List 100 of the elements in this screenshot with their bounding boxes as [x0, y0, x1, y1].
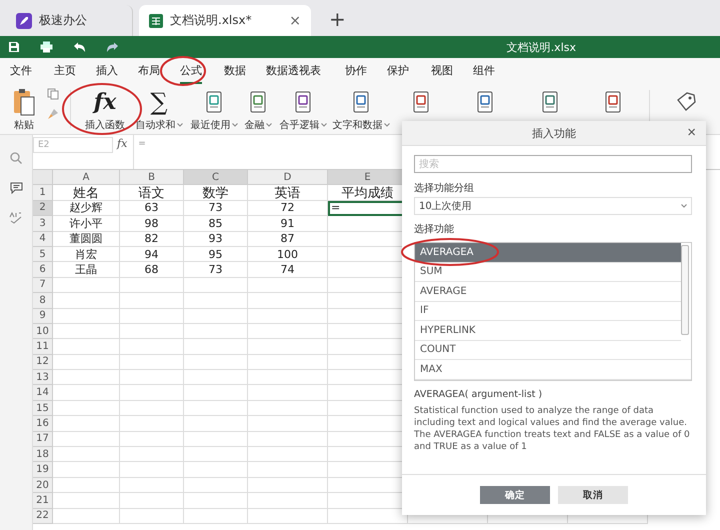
empty-cell	[120, 278, 184, 294]
cancel-button[interactable]: 取消	[558, 486, 628, 504]
empty-cell	[184, 370, 248, 386]
table-cell: 72	[248, 200, 328, 216]
ok-button[interactable]: 确定	[480, 486, 550, 504]
brush-icon[interactable]	[47, 108, 59, 120]
row-header[interactable]: 15	[33, 400, 53, 416]
table-cell: 68	[120, 262, 184, 278]
undo-icon[interactable]	[73, 42, 86, 52]
print-icon[interactable]	[40, 41, 53, 53]
table-cell: 98	[120, 216, 184, 232]
row-header[interactable]: 8	[33, 293, 53, 309]
menu-tab[interactable]: 视图	[431, 58, 453, 84]
function-item[interactable]: IF	[415, 302, 681, 321]
field-label: 选择功能分组	[414, 182, 475, 195]
row-header[interactable]: 19	[33, 462, 53, 478]
empty-cell	[120, 385, 184, 401]
column-header[interactable]: B	[120, 170, 184, 186]
search-field[interactable]: 搜索	[414, 155, 692, 173]
row-header[interactable]: 20	[33, 478, 53, 494]
search-icon[interactable]	[10, 152, 22, 164]
row-header[interactable]: 1	[33, 185, 53, 201]
spreadsheet-icon	[149, 14, 163, 28]
save-icon[interactable]	[8, 41, 20, 53]
function-book-icon	[295, 91, 311, 113]
row-header[interactable]: 17	[33, 432, 53, 448]
empty-cell	[120, 339, 184, 355]
function-button[interactable]: ∑ 自动求和	[133, 88, 185, 132]
table-cell: 82	[120, 232, 184, 247]
row-header[interactable]: 5	[33, 246, 53, 262]
row-header[interactable]: 4	[33, 232, 53, 247]
function-item[interactable]: SUM	[415, 262, 681, 282]
empty-cell	[184, 416, 248, 432]
menu-tab[interactable]: 布局	[138, 58, 160, 84]
row-header[interactable]: 16	[33, 416, 53, 432]
document-tab[interactable]: 文档说明.xlsx* ×	[139, 5, 311, 36]
empty-cell	[184, 385, 248, 401]
empty-cell	[120, 416, 184, 432]
row-header[interactable]: 3	[33, 216, 53, 232]
table-cell: 73	[184, 262, 248, 278]
menu-tab[interactable]: 插入	[96, 58, 118, 84]
menu-tab[interactable]: 文件	[10, 58, 32, 84]
row-header[interactable]: 10	[33, 324, 53, 340]
menu-tab[interactable]: 数据透视表	[266, 58, 321, 84]
table-cell: 董圆圆	[53, 232, 120, 247]
scrollbar[interactable]	[681, 245, 689, 335]
function-category-button[interactable]: 最近使用	[185, 88, 243, 132]
function-book-icon	[206, 91, 222, 113]
function-item[interactable]: COUNT	[415, 340, 691, 360]
column-header[interactable]: A	[53, 170, 120, 186]
close-button[interactable]: ×	[687, 124, 696, 141]
function-category-button[interactable]: 合乎逻辑	[273, 88, 333, 132]
row-header[interactable]: 2	[33, 200, 53, 216]
row-header[interactable]: 14	[33, 385, 53, 401]
menu-tab[interactable]: 组件	[473, 58, 495, 84]
empty-cell	[184, 462, 248, 478]
table-cell: 93	[184, 232, 248, 247]
row-header[interactable]: 6	[33, 262, 53, 278]
row-header[interactable]: 22	[33, 508, 53, 524]
empty-cell	[184, 293, 248, 309]
function-button[interactable]: fx 插入函数	[77, 88, 133, 132]
tag-icon[interactable]	[675, 91, 697, 113]
spellcheck-icon[interactable]	[9, 212, 23, 224]
row-header[interactable]: 18	[33, 447, 53, 462]
copy-icon[interactable]	[47, 88, 59, 100]
group-select[interactable]: 10上次使用	[414, 197, 692, 215]
close-button[interactable]: ×	[289, 12, 301, 28]
table-cell: 87	[248, 232, 328, 247]
row-header[interactable]: 21	[33, 493, 53, 509]
menu-tab[interactable]: 协作	[345, 58, 367, 84]
menu-tab[interactable]: 保护	[387, 58, 409, 84]
function-glyph-icon: fx	[94, 88, 116, 116]
row-header[interactable]: 13	[33, 370, 53, 386]
row-header[interactable]: 9	[33, 308, 53, 324]
menu-tab[interactable]: 数据	[224, 58, 246, 84]
column-header[interactable]: C	[184, 170, 248, 186]
table-cell: 85	[184, 216, 248, 232]
function-item[interactable]: AVERAGEA	[415, 243, 681, 262]
row-header[interactable]: 7	[33, 278, 53, 294]
new-tab-button[interactable]: +	[329, 7, 346, 31]
table-cell: 数学	[184, 185, 248, 201]
window-title: 文档说明.xlsx	[506, 40, 576, 54]
comment-icon[interactable]	[10, 182, 22, 194]
empty-cell	[184, 324, 248, 340]
empty-cell	[184, 308, 248, 324]
redo-icon[interactable]	[106, 42, 119, 52]
empty-cell	[120, 354, 184, 370]
menu-tab[interactable]: 主页	[54, 58, 76, 84]
function-book-icon	[477, 91, 493, 113]
table-cell: 63	[120, 200, 184, 216]
paste-button[interactable]: 粘贴	[6, 88, 42, 132]
function-book-icon	[413, 91, 429, 113]
column-header[interactable]: D	[248, 170, 328, 186]
function-category-button[interactable]: 金融	[243, 88, 273, 132]
row-header[interactable]: 11	[33, 339, 53, 355]
empty-cell	[184, 478, 248, 494]
row-header[interactable]: 12	[33, 354, 53, 370]
empty-cell	[120, 308, 184, 324]
rocket-icon	[16, 12, 32, 28]
function-category-button[interactable]: 文字和数据	[333, 88, 389, 132]
